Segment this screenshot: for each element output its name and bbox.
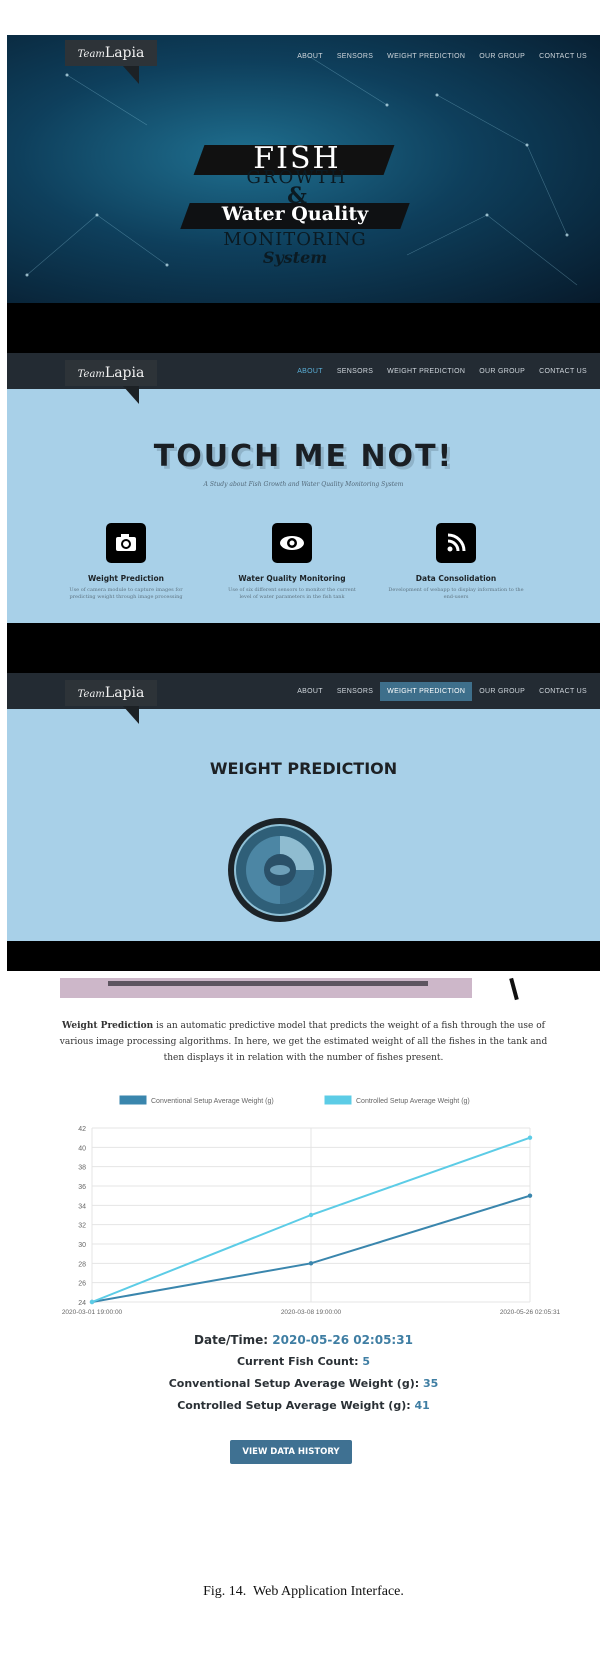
weight-chart: 24 26 28 30 32 34 36 38 40 42 2020-03-01 19:00:00 2… — [40, 1088, 561, 1323]
y-tick-label: 36 — [78, 1184, 86, 1191]
y-tick-label: 26 — [78, 1281, 86, 1288]
hero-title-monitoring: MONITORING — [223, 229, 367, 250]
legend-label: Conventional Setup Average Weight (g) — [151, 1098, 274, 1105]
stat-conventional-weight: Conventional Setup Average Weight (g): 3… — [168, 1377, 439, 1390]
x-tick-label: 2020-05-26 02:05:31 — [500, 1309, 560, 1316]
y-tick-label: 28 — [78, 1261, 86, 1268]
logo-ribbon — [123, 706, 139, 724]
nav-links: ABOUT SENSORS WEIGHT PREDICTION OUR GROU… — [290, 38, 594, 74]
weight-section: WEIGHT PREDICTION — [7, 709, 600, 941]
feature-description: Use of camera module to capture images f… — [69, 587, 183, 600]
legend-label: Controlled Setup Average Weight (g) — [356, 1098, 470, 1105]
rss-icon — [436, 523, 476, 563]
y-tick-label: 42 — [78, 1126, 86, 1133]
weight-description: Weight Prediction is an automatic predic… — [59, 1021, 548, 1063]
nav-weight-prediction[interactable]: WEIGHT PREDICTION — [380, 362, 472, 381]
nav-weight-prediction[interactable]: WEIGHT PREDICTION — [380, 681, 473, 701]
nav-links: ABOUT SENSORS WEIGHT PREDICTION OUR GROU… — [290, 673, 594, 709]
camera-icon — [106, 523, 146, 563]
feature-description: Use of six different sensors to monitor … — [228, 587, 356, 600]
nav-about[interactable]: ABOUT — [290, 47, 330, 66]
nav-sensors[interactable]: SENSORS — [330, 362, 380, 381]
stat-fish-count: Current Fish Count: 5 — [236, 1355, 371, 1368]
y-tick-label: 32 — [78, 1223, 86, 1230]
nav-contact-us[interactable]: CONTACT US — [532, 362, 594, 381]
nav-about[interactable]: ABOUT — [290, 362, 330, 381]
figure-caption: Fig. 14. Web Application Interface. — [203, 1584, 404, 1599]
feature-title: Data Consolidation — [415, 574, 497, 583]
nav-our-group[interactable]: OUR GROUP — [472, 362, 532, 381]
weight-title: WEIGHT PREDICTION — [209, 759, 398, 778]
data-point — [89, 1299, 95, 1305]
about-section: TOUCH ME NOT! A Study about Fish Growth … — [7, 389, 600, 623]
image-strip — [60, 978, 472, 998]
nav-contact-us[interactable]: CONTACT US — [532, 47, 594, 66]
x-tick-label: 2020-03-01 19:00:00 — [62, 1309, 123, 1316]
stat-datetime: Date/Time: 2020-05-26 02:05:31 — [194, 1333, 413, 1347]
pencil-mark — [509, 977, 519, 1001]
about-title: TOUCH ME NOT! — [153, 439, 454, 474]
logo-ribbon — [123, 386, 139, 404]
legend-swatch — [324, 1095, 352, 1105]
eye-icon — [272, 523, 312, 563]
brand-logo[interactable]: TeamLapia — [65, 40, 157, 66]
y-tick-label: 34 — [78, 1203, 86, 1210]
data-point — [527, 1193, 533, 1198]
about-subtitle: A Study about Fish Growth and Water Qual… — [203, 481, 404, 488]
logo-ribbon — [123, 66, 139, 84]
nav-weight-prediction[interactable]: WEIGHT PREDICTION — [380, 47, 472, 66]
nav-our-group[interactable]: OUR GROUP — [472, 47, 532, 66]
data-point — [308, 1212, 314, 1218]
nav-links: ABOUT SENSORS WEIGHT PREDICTION OUR GROU… — [290, 353, 594, 389]
divider-band — [7, 303, 600, 353]
brand-logo[interactable]: TeamLapia — [65, 360, 157, 386]
feature-description: Development of webapp to display informa… — [388, 587, 524, 600]
legend-swatch — [119, 1095, 147, 1105]
camera-lens-illustration — [228, 818, 332, 922]
y-tick-label: 38 — [78, 1165, 86, 1172]
y-tick-label: 40 — [78, 1145, 86, 1152]
y-tick-label: 30 — [78, 1242, 86, 1249]
nav-contact-us[interactable]: CONTACT US — [532, 682, 594, 701]
stat-controlled-weight: Controlled Setup Average Weight (g): 41 — [177, 1399, 430, 1412]
brand-logo[interactable]: TeamLapia — [65, 680, 157, 706]
data-point — [308, 1261, 314, 1266]
data-point — [527, 1135, 533, 1140]
view-data-history-button[interactable]: VIEW DATA HISTORY — [230, 1440, 352, 1464]
nav-sensors[interactable]: SENSORS — [330, 47, 380, 66]
nav-sensors[interactable]: SENSORS — [330, 682, 380, 701]
divider-band — [7, 623, 600, 673]
nav-about[interactable]: ABOUT — [290, 682, 330, 701]
x-tick-label: 2020-03-08 19:00:00 — [281, 1309, 342, 1316]
hero-title-water-quality: Water Quality — [221, 203, 369, 225]
feature-title: Weight Prediction — [88, 574, 164, 583]
nav-our-group[interactable]: OUR GROUP — [472, 682, 532, 701]
y-tick-label: 24 — [78, 1300, 86, 1307]
hero-title-system: System — [262, 248, 328, 267]
chart-svg: 24 26 28 30 32 34 36 38 40 42 2020-03-01 19:00:00 2… — [62, 1095, 561, 1316]
divider-band — [7, 941, 600, 971]
feature-title: Water Quality Monitoring — [238, 574, 346, 583]
hero-section: FISH GROWTH & Water Quality MONITORING S… — [7, 35, 600, 303]
